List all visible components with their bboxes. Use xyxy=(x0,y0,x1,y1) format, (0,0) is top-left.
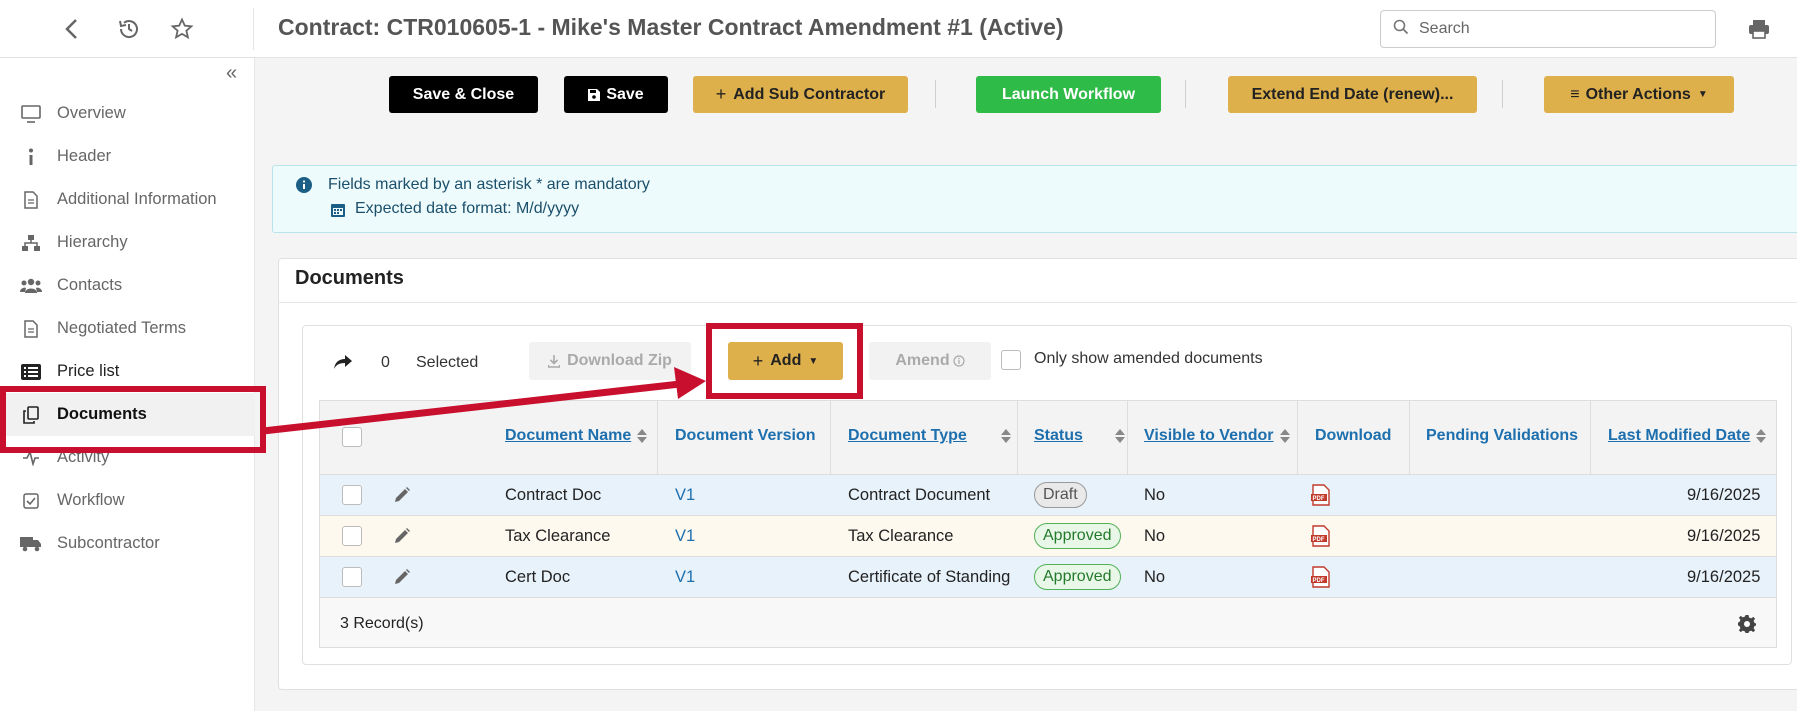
annotation-arrow xyxy=(262,367,706,435)
